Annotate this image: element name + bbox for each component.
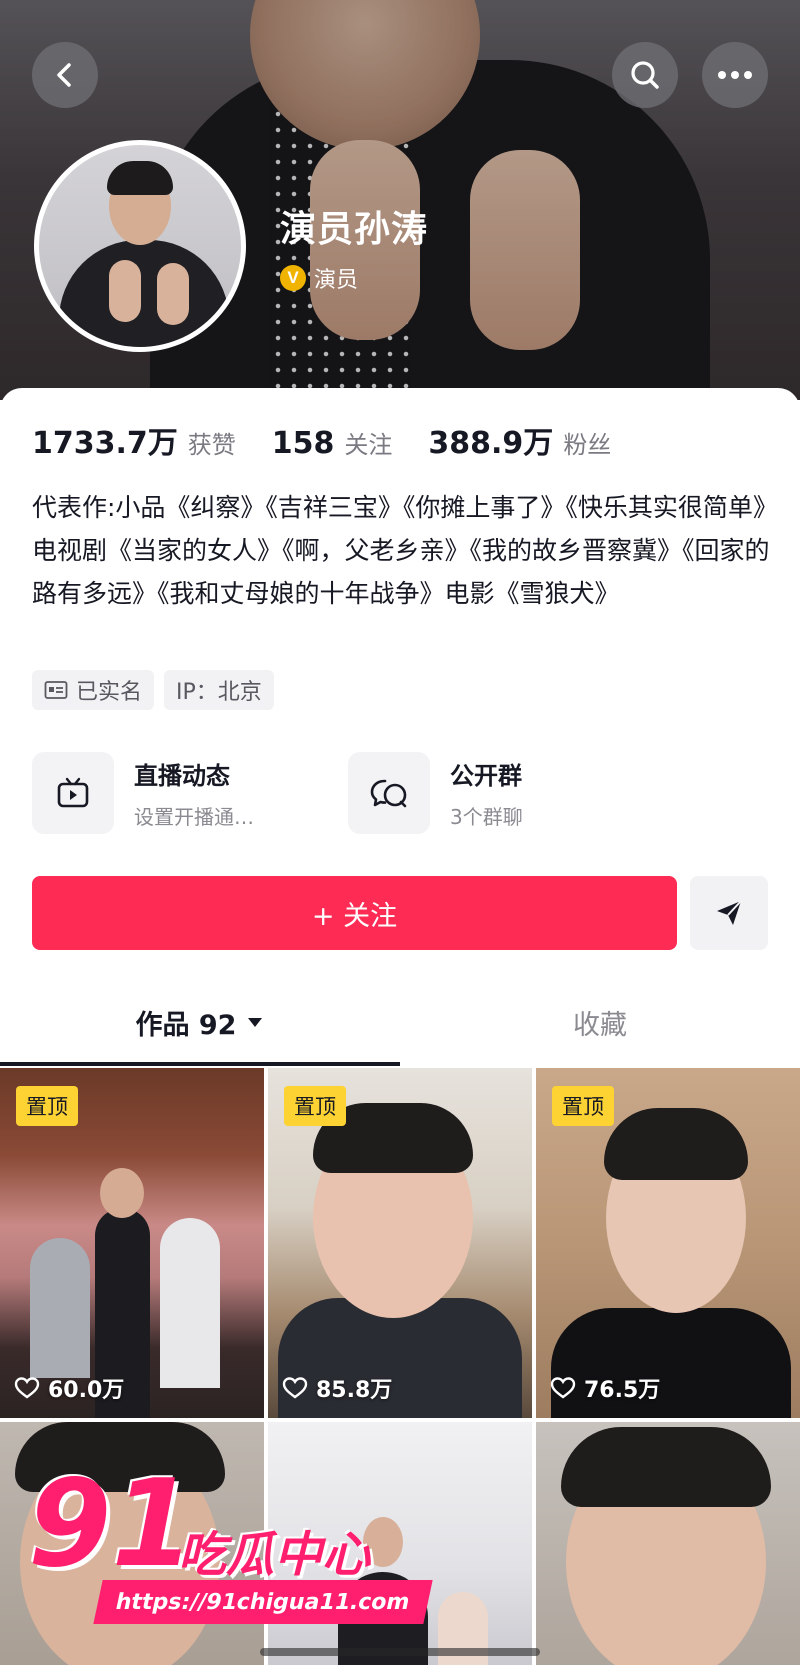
active-tab-indicator <box>0 1062 400 1066</box>
tab-works[interactable]: 作品 92 <box>0 988 400 1056</box>
video-likes: 85.8万 <box>282 1372 392 1404</box>
verification-label: 演员 <box>314 268 359 293</box>
search-button[interactable] <box>612 42 678 108</box>
live-updates-entry[interactable]: 直播动态 设置开播通… <box>32 752 254 834</box>
video-figure-hair <box>604 1108 748 1180</box>
chevron-left-icon <box>57 63 71 87</box>
realname-tag-label: 已实名 <box>76 680 143 705</box>
tab-favorites[interactable]: 收藏 <box>400 988 800 1056</box>
live-updates-title: 直播动态 <box>134 762 230 790</box>
watermark-logo: 91 <box>28 1455 195 1594</box>
public-group-entry[interactable]: 公开群 3个群聊 <box>348 752 523 834</box>
video-tile[interactable] <box>536 1422 800 1665</box>
more-dots-icon <box>718 71 752 79</box>
video-likes: 76.5万 <box>550 1372 660 1404</box>
tv-icon <box>57 777 89 808</box>
video-tile[interactable]: 置顶 85.8万 <box>268 1068 532 1418</box>
ip-location-tag: IP：北京 <box>164 670 274 710</box>
video-figure-head <box>100 1168 144 1218</box>
live-updates-icon-box <box>32 752 114 834</box>
live-updates-subtitle: 设置开播通… <box>134 805 254 829</box>
video-likes-count: 85.8万 <box>316 1378 393 1403</box>
chat-bubbles-icon <box>370 779 407 808</box>
video-likes-count: 76.5万 <box>584 1378 661 1403</box>
home-indicator <box>260 1648 540 1656</box>
avatar-hair <box>107 161 173 195</box>
profile-name: 演员孙涛 <box>280 209 429 250</box>
verified-badge-icon: V <box>280 265 306 291</box>
stat-followers-label: 粉丝 <box>563 431 612 459</box>
profile-bio: 代表作:小品《纠察》《吉祥三宝》《你摊上事了》《快乐其实很简单》电视剧《当家的女… <box>32 493 770 608</box>
heart-icon <box>14 1377 40 1399</box>
stat-likes-value: 1733.7万 <box>32 426 178 461</box>
watermark-text: 吃瓜中心 <box>178 1527 371 1583</box>
share-button[interactable] <box>690 876 768 950</box>
stat-following-label: 关注 <box>344 431 393 459</box>
profile-tags: 已实名 IP：北京 <box>32 670 274 710</box>
stat-likes-label: 获赞 <box>187 431 236 459</box>
tab-works-label: 作品 92 <box>135 1009 237 1041</box>
avatar-thumb-left <box>109 260 141 322</box>
search-icon <box>631 61 659 89</box>
live-updates-text: 直播动态 设置开播通… <box>134 756 254 830</box>
stat-following-value: 158 <box>271 426 335 461</box>
stat-followers[interactable]: 388.9万 粉丝 <box>428 418 611 462</box>
video-figure <box>160 1218 220 1388</box>
stat-followers-value: 388.9万 <box>428 426 554 461</box>
pinned-badge: 置顶 <box>552 1086 614 1126</box>
realname-tag: 已实名 <box>32 670 155 710</box>
stat-following[interactable]: 158 关注 <box>272 425 393 461</box>
heart-icon <box>282 1377 308 1399</box>
video-figure-hair <box>561 1427 771 1507</box>
follow-button[interactable]: + 关注 <box>32 876 677 950</box>
video-figure <box>30 1238 90 1378</box>
public-group-title: 公开群 <box>450 762 522 790</box>
public-group-text: 公开群 3个群聊 <box>450 756 523 830</box>
ip-location-label: IP：北京 <box>176 680 262 705</box>
watermark: 91 吃瓜中心 https://91chigua11.com <box>28 1455 433 1635</box>
video-likes-count: 60.0万 <box>48 1378 125 1403</box>
pinned-badge: 置顶 <box>16 1086 78 1126</box>
video-likes: 60.0万 <box>14 1372 124 1404</box>
video-tile[interactable]: 置顶 76.5万 <box>536 1068 800 1418</box>
avatar-thumb-right <box>157 263 189 325</box>
stats-row: 1733.7万 获赞 158 关注 388.9万 粉丝 <box>32 418 647 462</box>
stat-likes: 1733.7万 获赞 <box>32 418 236 462</box>
avatar[interactable] <box>34 140 246 352</box>
avatar-body <box>59 240 229 347</box>
content-tabs: 作品 92 收藏 <box>0 988 800 1056</box>
public-group-subtitle: 3个群聊 <box>450 805 523 829</box>
pinned-badge: 置顶 <box>284 1086 346 1126</box>
video-tile[interactable]: 置顶 60.0万 <box>0 1068 264 1418</box>
send-arrow-icon <box>717 900 742 925</box>
public-group-icon-box <box>348 752 430 834</box>
more-button[interactable] <box>702 42 768 108</box>
caret-down-icon <box>248 1018 263 1027</box>
id-card-icon <box>44 681 68 699</box>
verification-row: V 演员 <box>280 262 358 294</box>
back-button[interactable] <box>32 42 98 108</box>
watermark-url: https://91chigua11.com <box>93 1580 433 1624</box>
heart-icon <box>550 1377 576 1399</box>
